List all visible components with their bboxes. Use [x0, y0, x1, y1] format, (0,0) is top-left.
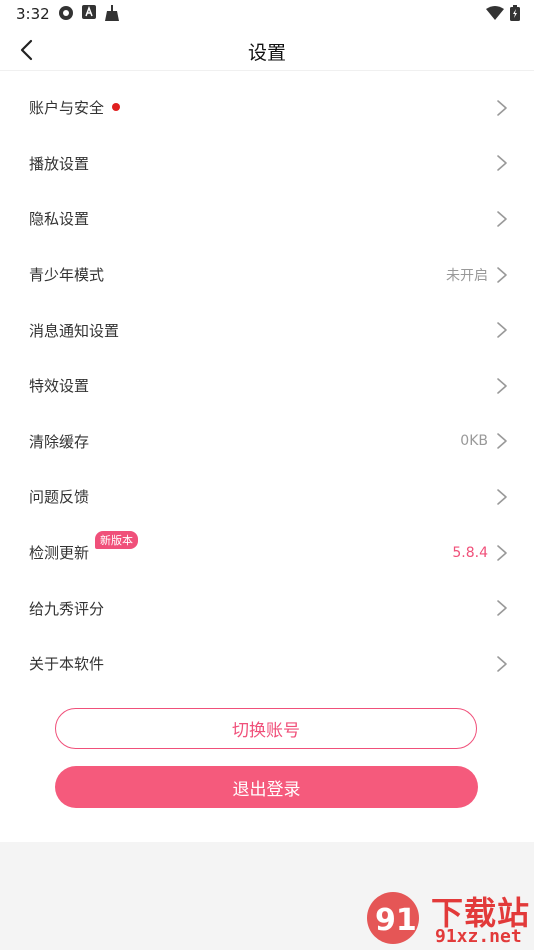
row-label: 清除缓存 [29, 432, 90, 451]
setting-rate-app[interactable]: 给九秀评分 [0, 580, 534, 636]
setting-teen-mode[interactable]: 青少年模式 未开启 [0, 247, 534, 303]
row-label: 账户与安全 [29, 99, 105, 118]
nav-bar: 设置 [0, 28, 534, 71]
row-label: 青少年模式 [29, 266, 105, 285]
svg-text:91: 91 [375, 903, 417, 938]
chevron-right-icon [497, 99, 507, 116]
row-label: 特效设置 [29, 377, 90, 396]
chevron-right-icon [497, 377, 507, 394]
chevron-right-icon [497, 322, 507, 338]
settings-page: 3:32 设置 账户与安全 播放设置 隐私设置 青少年模式 未开启 消息通知设置… [0, 0, 534, 842]
row-label: 检测更新 [29, 544, 90, 563]
chevron-right-icon [497, 266, 507, 283]
row-label: 给九秀评分 [29, 599, 105, 618]
page-title: 设置 [247, 42, 286, 64]
setting-account-security[interactable]: 账户与安全 [0, 80, 534, 136]
watermark-logo-icon: 91 [367, 892, 419, 944]
version-number: 5.8.4 [452, 544, 488, 561]
cache-size: 0KB [460, 433, 488, 450]
site-watermark: 91 下载站 91xz.net [365, 888, 530, 948]
chevron-right-icon [497, 600, 507, 616]
status-icons-left [58, 5, 120, 21]
setting-notifications[interactable]: 消息通知设置 [0, 302, 534, 358]
switch-account-button[interactable]: 切换账号 [55, 708, 477, 749]
row-label: 播放设置 [29, 154, 90, 173]
row-label: 隐私设置 [29, 210, 90, 229]
battery-icon [510, 5, 520, 21]
setting-privacy[interactable]: 隐私设置 [0, 191, 534, 247]
row-label: 消息通知设置 [29, 321, 120, 340]
setting-clear-cache[interactable]: 清除缓存 0KB [0, 414, 534, 470]
logout-button[interactable]: 退出登录 [55, 766, 478, 808]
setting-check-update[interactable]: 检测更新 新版本 5.8.4 [0, 525, 534, 581]
row-label: 关于本软件 [29, 655, 105, 674]
status-icons-right [486, 5, 520, 21]
status-bar: 3:32 [0, 0, 534, 28]
chevron-right-icon [497, 155, 507, 172]
chevron-right-icon [497, 211, 507, 227]
setting-about[interactable]: 关于本软件 [0, 636, 534, 692]
chevron-right-icon [497, 489, 507, 505]
app-a-icon [82, 5, 96, 19]
setting-effects[interactable]: 特效设置 [0, 358, 534, 414]
wifi-icon [486, 6, 504, 20]
red-dot [112, 102, 121, 111]
chevron-right-icon [497, 655, 507, 672]
status-time: 3:32 [16, 5, 50, 23]
teen-mode-status: 未开启 [446, 267, 488, 284]
chevron-right-icon [497, 433, 507, 450]
settings-list: 账户与安全 播放设置 隐私设置 青少年模式 未开启 消息通知设置 特效设置 清除… [0, 80, 534, 692]
watermark-url: 91xz.net [435, 926, 522, 947]
aperture-icon [59, 6, 73, 20]
setting-playback[interactable]: 播放设置 [0, 136, 534, 192]
new-version-badge: 新版本 [95, 530, 138, 549]
broom-icon [105, 5, 119, 21]
row-label: 问题反馈 [29, 488, 90, 507]
chevron-right-icon [497, 544, 507, 561]
setting-feedback[interactable]: 问题反馈 [0, 469, 534, 525]
